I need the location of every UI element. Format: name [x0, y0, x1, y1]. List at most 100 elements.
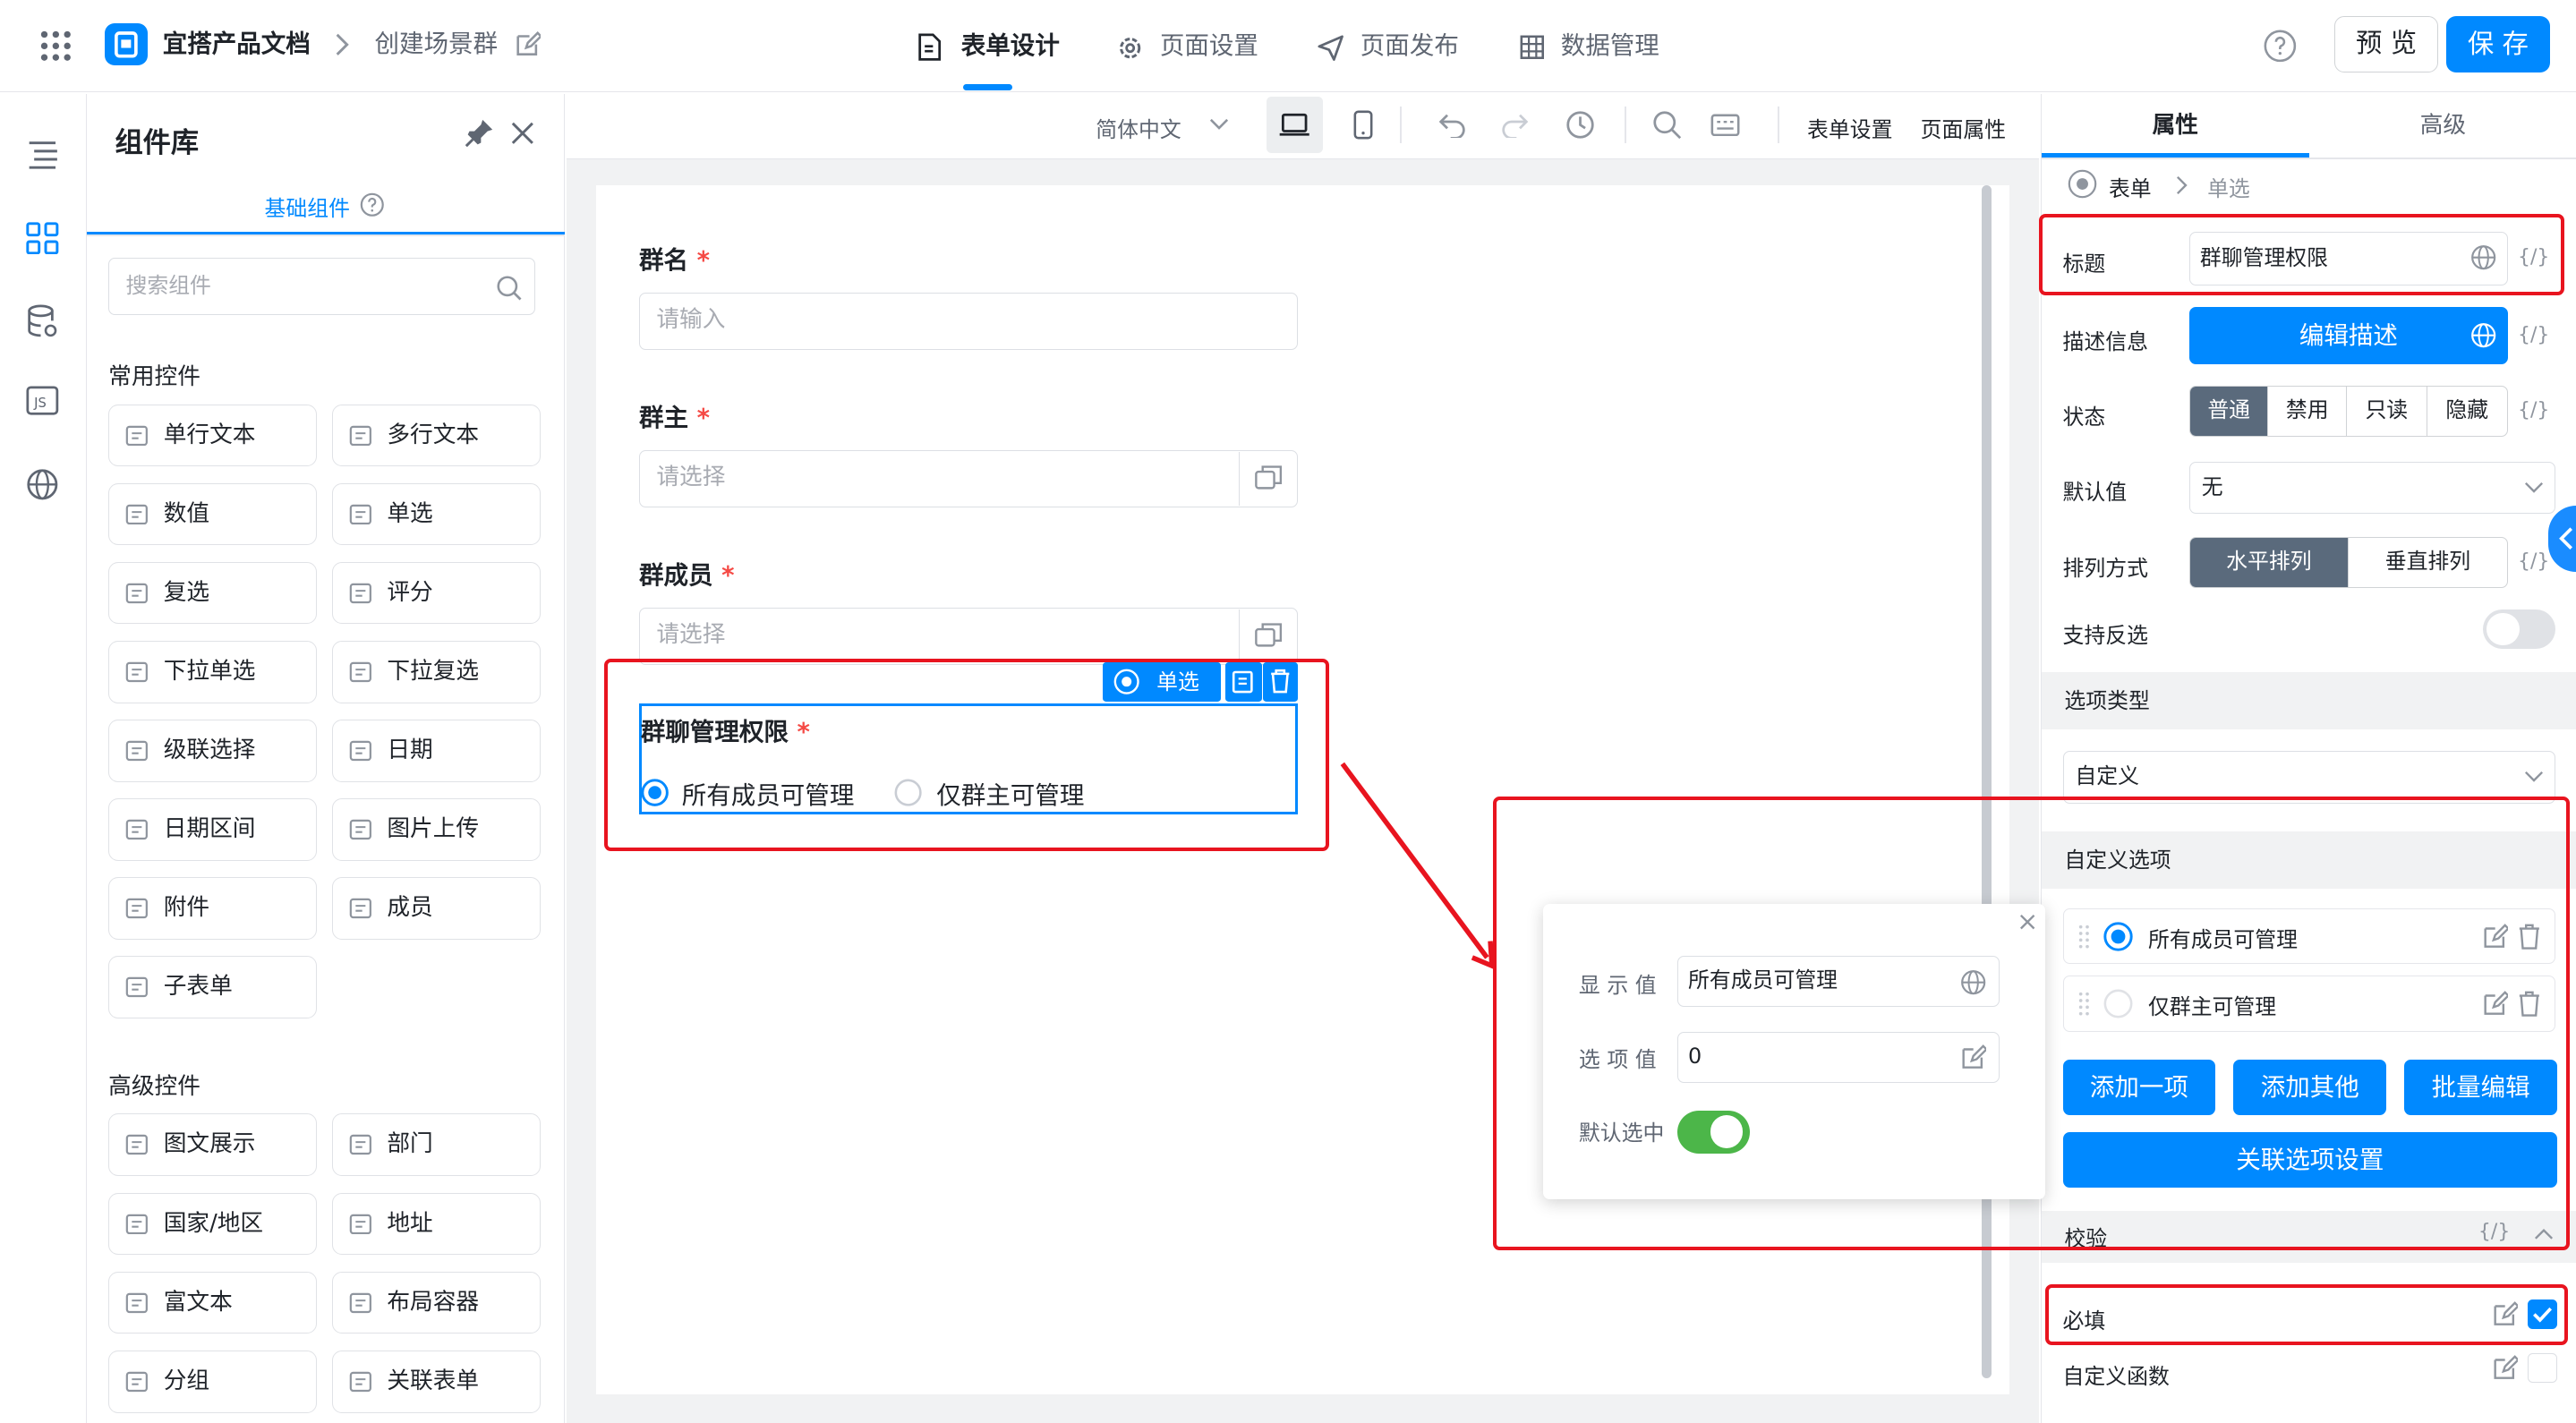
component-item[interactable]: 成员 — [331, 877, 541, 940]
tab-page-settings[interactable]: 页面设置 — [1160, 30, 1258, 63]
component-item[interactable]: 日期区间 — [108, 798, 318, 861]
default-value-select[interactable]: 无 — [2188, 461, 2556, 515]
tab-properties[interactable]: 属性 — [2042, 94, 2309, 158]
undo-icon[interactable] — [1437, 112, 1467, 139]
group-owner-select[interactable]: 请选择 — [639, 449, 1299, 508]
page-name: 创建场景群 — [374, 30, 499, 59]
group-members-select[interactable]: 请选择 — [639, 608, 1299, 666]
layout-horizontal[interactable]: 水平排列 — [2189, 538, 2349, 588]
breadcrumb-form[interactable]: 表单 — [2109, 171, 2152, 202]
component-item-label: 日期 — [387, 736, 433, 763]
component-item[interactable]: 评分 — [331, 561, 541, 625]
divider — [87, 234, 566, 237]
close-icon[interactable] — [511, 122, 534, 145]
invert-toggle[interactable] — [2483, 609, 2556, 649]
edit-name-icon[interactable] — [515, 30, 541, 57]
preview-button[interactable]: 预 览 — [2334, 16, 2438, 72]
globe-icon[interactable] — [2470, 322, 2496, 348]
layout-vertical[interactable]: 垂直排列 — [2349, 538, 2507, 587]
components-grid-icon[interactable] — [26, 222, 59, 255]
component-item[interactable]: 数值 — [108, 482, 318, 546]
component-item-label: 分组 — [163, 1367, 210, 1394]
component-item[interactable]: 布局容器 — [331, 1271, 541, 1334]
component-item[interactable]: 部门 — [331, 1113, 541, 1177]
component-item-label: 图片上传 — [387, 815, 480, 843]
component-item[interactable]: 图片上传 — [331, 798, 541, 861]
field-label: 群名 * — [639, 245, 711, 275]
description-label: 描述信息 — [2062, 328, 2148, 354]
group-name-input[interactable]: 请输入 — [639, 292, 1299, 350]
tab-form-design[interactable]: 表单设计 — [961, 30, 1060, 63]
highlight-box — [2045, 1284, 2568, 1346]
component-item[interactable]: 关联表单 — [331, 1350, 541, 1413]
component-type-icon — [125, 1134, 149, 1155]
component-item[interactable]: 国家/地区 — [108, 1192, 318, 1256]
document-icon — [917, 33, 942, 61]
component-item[interactable]: 附件 — [108, 877, 318, 940]
search-icon[interactable] — [1652, 110, 1682, 140]
edit-description-button[interactable]: 编辑描述 — [2188, 307, 2508, 365]
question-icon[interactable] — [360, 192, 385, 217]
state-normal[interactable]: 普通 — [2189, 387, 2269, 437]
component-type-icon — [349, 1292, 372, 1314]
keyboard-icon[interactable] — [1710, 114, 1740, 137]
tab-advanced[interactable]: 高级 — [2309, 94, 2576, 158]
component-item[interactable]: 日期 — [331, 719, 541, 782]
component-item[interactable]: 单选 — [331, 482, 541, 546]
mobile-view-icon[interactable] — [1353, 110, 1373, 140]
option-type-select[interactable]: 自定义 — [2062, 750, 2556, 804]
app-grid-icon[interactable] — [39, 30, 73, 63]
component-item[interactable]: 单行文本 — [108, 404, 318, 467]
search-icon[interactable] — [496, 275, 522, 301]
globe-icon[interactable] — [26, 468, 59, 501]
member-picker-icon[interactable] — [1238, 609, 1296, 664]
state-hidden[interactable]: 隐藏 — [2427, 387, 2507, 436]
component-type-icon — [125, 898, 149, 919]
component-item[interactable]: 子表单 — [108, 956, 318, 1018]
component-item[interactable]: 图文展示 — [108, 1113, 318, 1177]
member-picker-icon[interactable] — [1238, 451, 1296, 507]
component-item[interactable]: 多行文本 — [331, 404, 541, 467]
variable-binding-button[interactable]: {/} — [2518, 550, 2549, 573]
database-icon[interactable] — [26, 304, 59, 340]
component-item[interactable]: 富文本 — [108, 1271, 318, 1334]
redo-icon[interactable] — [1500, 112, 1530, 139]
tab-page-publish[interactable]: 页面发布 — [1361, 30, 1459, 63]
state-disabled[interactable]: 禁用 — [2268, 387, 2348, 437]
component-search-input[interactable]: 搜索组件 — [108, 258, 536, 316]
pin-icon[interactable] — [465, 118, 494, 148]
app-logo-icon[interactable] — [105, 22, 149, 66]
desktop-view-button[interactable] — [1267, 97, 1323, 153]
form-settings-link[interactable]: 表单设置 — [1807, 112, 1892, 143]
custom-function-checkbox[interactable] — [2527, 1353, 2558, 1384]
outline-tree-icon[interactable] — [26, 140, 62, 173]
component-item[interactable]: 级联选择 — [108, 719, 318, 782]
page-properties-link[interactable]: 页面属性 — [1921, 112, 2006, 143]
save-button[interactable]: 保 存 — [2446, 16, 2550, 72]
help-icon[interactable] — [2264, 30, 2297, 63]
component-item[interactable]: 下拉单选 — [108, 640, 318, 703]
history-icon[interactable] — [1565, 110, 1595, 140]
component-item[interactable]: 复选 — [108, 561, 318, 625]
app-name[interactable]: 宜搭产品文档 — [163, 28, 311, 61]
variable-binding-button[interactable]: {/} — [2518, 399, 2549, 422]
svg-text:JS: JS — [34, 396, 47, 411]
layout-segmented-control: 水平排列 垂直排列 — [2188, 537, 2508, 589]
variable-binding-button[interactable]: {/} — [2518, 324, 2549, 346]
language-select[interactable]: 简体中文 — [1096, 112, 1181, 143]
component-type-icon — [349, 425, 372, 447]
chevron-down-icon — [2524, 481, 2544, 495]
breadcrumb-radio: 单选 — [2207, 175, 2250, 201]
collapse-panel-handle[interactable] — [2547, 506, 2576, 572]
component-item-label: 关联表单 — [387, 1367, 480, 1394]
component-item[interactable]: 下拉复选 — [331, 640, 541, 703]
divider — [2041, 158, 2576, 160]
component-item[interactable]: 分组 — [108, 1350, 318, 1413]
component-type-icon — [125, 425, 149, 447]
js-code-icon[interactable]: JS — [26, 386, 59, 415]
tab-data-management[interactable]: 数据管理 — [1561, 30, 1659, 63]
state-readonly[interactable]: 只读 — [2347, 387, 2427, 437]
edit-icon[interactable] — [2492, 1355, 2518, 1381]
tab-basic-components[interactable]: 基础组件 — [265, 191, 350, 222]
component-item[interactable]: 地址 — [331, 1192, 541, 1256]
